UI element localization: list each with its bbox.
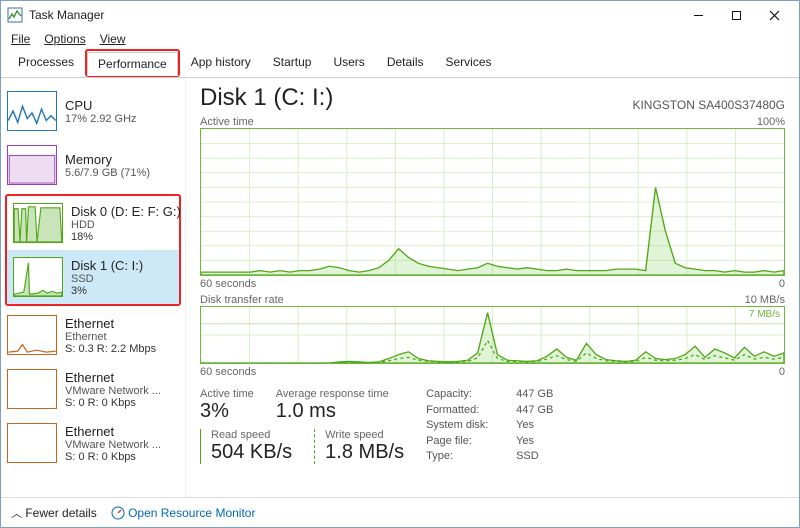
menu-view[interactable]: View (100, 32, 126, 46)
tab-services[interactable]: Services (435, 50, 503, 78)
footer: 〉 Fewer details Open Resource Monitor (1, 497, 799, 527)
sidebar-item-label: Memory (65, 152, 150, 167)
tab-startup[interactable]: Startup (262, 50, 323, 78)
sidebar-item-cpu[interactable]: CPU17% 2.92 GHz (1, 84, 185, 138)
sidebar-item-ethernet0[interactable]: EthernetEthernetS: 0.3 R: 2.2 Mbps (1, 308, 185, 362)
sidebar[interactable]: CPU17% 2.92 GHz Memory5.6/7.9 GB (71%) D… (1, 78, 186, 497)
sidebar-item-disk0[interactable]: Disk 0 (D: E: F: G:)HDD18% (7, 196, 179, 250)
tab-processes[interactable]: Processes (7, 50, 85, 78)
chart1-max: 100% (757, 116, 785, 128)
device-name: KINGSTON SA400S37480G (632, 98, 785, 112)
disk-info: Capacity:447 GB Formatted:447 GB System … (426, 388, 553, 464)
tab-app-history[interactable]: App history (180, 50, 262, 78)
sidebar-item-label: Disk 1 (C: I:) (71, 258, 143, 273)
highlight-box-tab: Performance (85, 49, 180, 77)
task-manager-window: Task Manager File Options View Processes… (0, 0, 800, 528)
menubar: File Options View (1, 29, 799, 49)
stat-avg-response: 1.0 ms (276, 400, 389, 423)
app-icon (7, 7, 23, 23)
transfer-chart: 7 MB/s (200, 306, 785, 364)
minimize-button[interactable] (679, 4, 717, 26)
sidebar-item-memory[interactable]: Memory5.6/7.9 GB (71%) (1, 138, 185, 192)
sidebar-item-label: CPU (65, 98, 137, 113)
sidebar-item-label: Ethernet (65, 316, 156, 331)
chevron-up-icon: 〉 (9, 507, 25, 518)
close-button[interactable] (755, 4, 793, 26)
tab-details[interactable]: Details (376, 50, 435, 78)
window-title: Task Manager (29, 8, 104, 22)
page-title: Disk 1 (C: I:) (200, 84, 333, 112)
fewer-details-button[interactable]: 〉 Fewer details (11, 505, 97, 521)
stat-write-speed: 1.8 MB/s (325, 441, 404, 464)
stat-active-time: 3% (200, 400, 254, 423)
chart2-label: Disk transfer rate (200, 294, 284, 306)
monitor-icon (111, 506, 125, 520)
sidebar-item-ethernet2[interactable]: EthernetVMware Network ...S: 0 R: 0 Kbps (1, 416, 185, 470)
sidebar-item-label: Ethernet (65, 424, 161, 439)
maximize-button[interactable] (717, 4, 755, 26)
main-panel: Disk 1 (C: I:) KINGSTON SA400S37480G Act… (186, 78, 799, 497)
tabs: Processes Performance App history Startu… (1, 49, 799, 78)
sidebar-item-disk1[interactable]: Disk 1 (C: I:)SSD3% (7, 250, 179, 304)
menu-file[interactable]: File (11, 32, 30, 46)
active-time-chart (200, 128, 785, 276)
tab-performance[interactable]: Performance (87, 52, 178, 76)
chart1-label: Active time (200, 116, 254, 128)
tab-users[interactable]: Users (322, 50, 375, 78)
stat-read-speed: 504 KB/s (211, 441, 292, 464)
chart2-max: 10 MB/s (745, 294, 785, 306)
titlebar[interactable]: Task Manager (1, 1, 799, 29)
open-resource-monitor-link[interactable]: Open Resource Monitor (111, 506, 256, 520)
highlight-box-sidebar: Disk 0 (D: E: F: G:)HDD18% Disk 1 (C: I:… (5, 194, 181, 306)
menu-options[interactable]: Options (44, 32, 85, 46)
sidebar-item-ethernet1[interactable]: EthernetVMware Network ...S: 0 R: 0 Kbps (1, 362, 185, 416)
sidebar-item-label: Ethernet (65, 370, 161, 385)
sidebar-item-label: Disk 0 (D: E: F: G:) (71, 204, 181, 219)
